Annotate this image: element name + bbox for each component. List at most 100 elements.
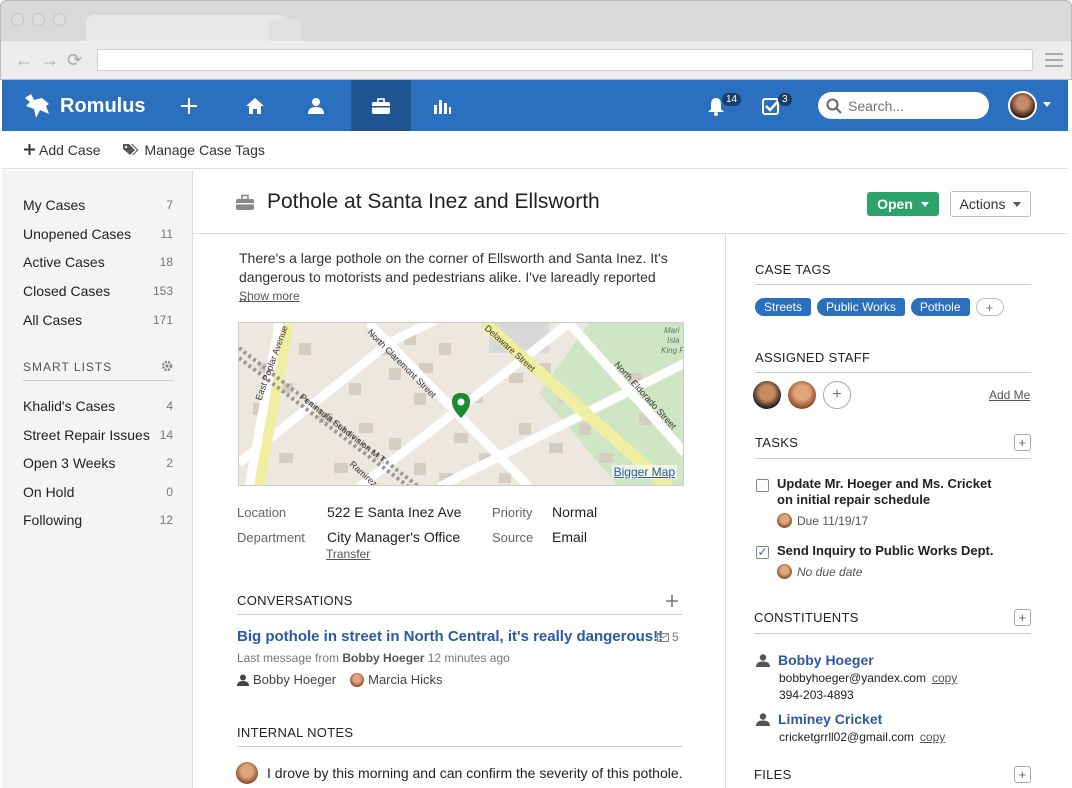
tag-public-works[interactable]: Public Works: [817, 298, 905, 316]
transfer-link[interactable]: Transfer: [326, 547, 370, 561]
department-label: Department: [237, 530, 305, 545]
constituent-name-link[interactable]: Liminey Cricket: [778, 711, 882, 727]
add-constituent-button[interactable]: +: [1014, 609, 1031, 626]
wolf-logo-icon: [25, 94, 49, 118]
constituent-email: bobbyhoeger@yandex.com copy: [779, 671, 957, 685]
smart-list-following[interactable]: Following 12: [23, 512, 173, 528]
email-text: bobbyhoeger@yandex.com: [779, 671, 926, 685]
conversation-message-count: 5: [657, 630, 679, 644]
smart-list-khalids-cases[interactable]: Khalid's Cases 4: [23, 398, 173, 414]
user-avatar[interactable]: [1008, 91, 1037, 120]
browser-chrome: ← → ⟳: [0, 0, 1072, 80]
location-map[interactable]: East Poplar Avenue North Claremont Stree…: [238, 322, 684, 486]
reports-nav-button[interactable]: [412, 80, 472, 131]
user-menu-caret-icon[interactable]: [1043, 102, 1051, 107]
add-case-button[interactable]: Add Case: [24, 142, 100, 158]
smart-list-street-repair-issues[interactable]: Street Repair Issues 14: [23, 427, 173, 443]
sidebar-item-active-cases[interactable]: Active Cases 18: [23, 254, 173, 270]
gear-icon[interactable]: [161, 360, 173, 372]
status-dropdown-button[interactable]: Open: [867, 192, 939, 216]
browser-menu-icon[interactable]: [1045, 53, 1063, 71]
tasks-button[interactable]: 3: [744, 80, 800, 131]
task-checkbox-checked[interactable]: ✓: [756, 546, 769, 559]
participant-name: Bobby Hoeger: [253, 672, 337, 687]
minimize-window-dot[interactable]: [32, 13, 45, 26]
add-conversation-plus-icon[interactable]: [666, 594, 678, 607]
add-task-button[interactable]: +: [1014, 434, 1031, 451]
divider: [725, 234, 726, 788]
files-title: FILES: [754, 767, 792, 782]
sidebar-item-unopened-cases[interactable]: Unopened Cases 11: [23, 226, 173, 242]
cases-nav-button[interactable]: [351, 80, 411, 131]
notifications-button[interactable]: 14: [688, 80, 744, 131]
forward-arrow-icon[interactable]: →: [41, 50, 59, 71]
constituent-name-link[interactable]: Bobby Hoeger: [778, 652, 874, 668]
constituents-header: CONSTITUENTS +: [754, 609, 1031, 634]
internal-notes-header: INTERNAL NOTES: [237, 725, 682, 747]
copy-email-link[interactable]: copy: [932, 671, 957, 685]
constituent-phone: 394-203-4893: [779, 688, 854, 702]
close-window-dot[interactable]: [11, 13, 24, 26]
tag-pothole[interactable]: Pothole: [910, 298, 970, 316]
smart-list-on-hold[interactable]: On Hold 0: [23, 484, 173, 500]
people-nav-button[interactable]: [286, 80, 346, 131]
home-icon: [246, 97, 264, 114]
constituents-title: CONSTITUENTS: [754, 610, 859, 625]
task-due: Due 11/19/17: [777, 513, 996, 528]
add-file-button[interactable]: +: [1014, 766, 1031, 783]
task-due-text: Due 11/19/17: [797, 513, 869, 528]
create-new-button[interactable]: [159, 80, 219, 131]
conversation-subject-link[interactable]: Big pothole in street in North Central, …: [237, 628, 663, 645]
home-nav-button[interactable]: [225, 80, 285, 131]
add-tag-button[interactable]: +: [975, 298, 1004, 316]
app-name: Romulus: [60, 94, 146, 117]
sidebar-item-label: My Cases: [23, 197, 86, 213]
conversation-meta: Last message from Bobby Hoeger 12 minute…: [237, 651, 510, 665]
status-label: Open: [877, 196, 913, 212]
divider: [193, 233, 1067, 234]
address-bar[interactable]: [97, 49, 1033, 71]
source-label: Source: [492, 530, 534, 545]
browser-tab[interactable]: [86, 15, 286, 41]
add-me-link[interactable]: Add Me: [989, 388, 1030, 402]
map-area-label: Mari: [664, 326, 680, 335]
conversation-participants: Bobby Hoeger Marcia Hicks: [237, 672, 443, 687]
search-input[interactable]: [848, 97, 978, 114]
show-more-link[interactable]: Show more: [239, 289, 300, 303]
smart-list-count: 0: [166, 485, 173, 499]
sidebar-item-all-cases[interactable]: All Cases 171: [23, 312, 173, 328]
manage-case-tags-button[interactable]: Manage Case Tags: [122, 142, 265, 158]
new-tab-button[interactable]: [269, 19, 301, 41]
search-box[interactable]: [818, 92, 989, 119]
person-icon: [756, 712, 770, 726]
sidebar-item-my-cases[interactable]: My Cases 7: [23, 197, 173, 213]
search-icon: [826, 98, 842, 114]
constituent-email: cricketgrrll02@gmail.com copy: [779, 730, 945, 744]
smart-list-label: Khalid's Cases: [23, 398, 116, 414]
smart-list-label: Street Repair Issues: [23, 427, 150, 443]
tag-streets[interactable]: Streets: [755, 298, 812, 316]
actions-dropdown-button[interactable]: Actions: [950, 191, 1031, 217]
reload-icon[interactable]: ⟳: [67, 50, 82, 71]
briefcase-icon: [236, 194, 254, 210]
back-arrow-icon[interactable]: ←: [15, 50, 33, 71]
participant: Marcia Hicks: [350, 672, 443, 687]
staff-avatar[interactable]: [788, 381, 816, 409]
bigger-map-link[interactable]: Bigger Map: [611, 465, 677, 479]
smart-list-open-3-weeks[interactable]: Open 3 Weeks 2: [23, 455, 173, 471]
copy-email-link[interactable]: copy: [920, 730, 945, 744]
sidebar-item-closed-cases[interactable]: Closed Cases 153: [23, 283, 173, 299]
task-title[interactable]: Send Inquiry to Public Works Dept.: [777, 543, 996, 559]
case-description: There's a large pothole on the corner of…: [239, 250, 668, 304]
internal-note: I drove by this morning and can confirm …: [236, 762, 683, 784]
app-logo[interactable]: Romulus: [22, 92, 146, 120]
window-controls[interactable]: [11, 13, 66, 26]
maximize-window-dot[interactable]: [53, 13, 66, 26]
task-checkbox[interactable]: [756, 479, 769, 492]
staff-avatar[interactable]: [753, 381, 781, 409]
sidebar-item-label: Unopened Cases: [23, 226, 132, 242]
task-due-text: No due date: [797, 564, 863, 579]
task-title[interactable]: Update Mr. Hoeger and Ms. Cricket on ini…: [777, 476, 996, 508]
add-staff-button[interactable]: +: [823, 381, 851, 409]
note-text: I drove by this morning and can confirm …: [267, 765, 683, 781]
